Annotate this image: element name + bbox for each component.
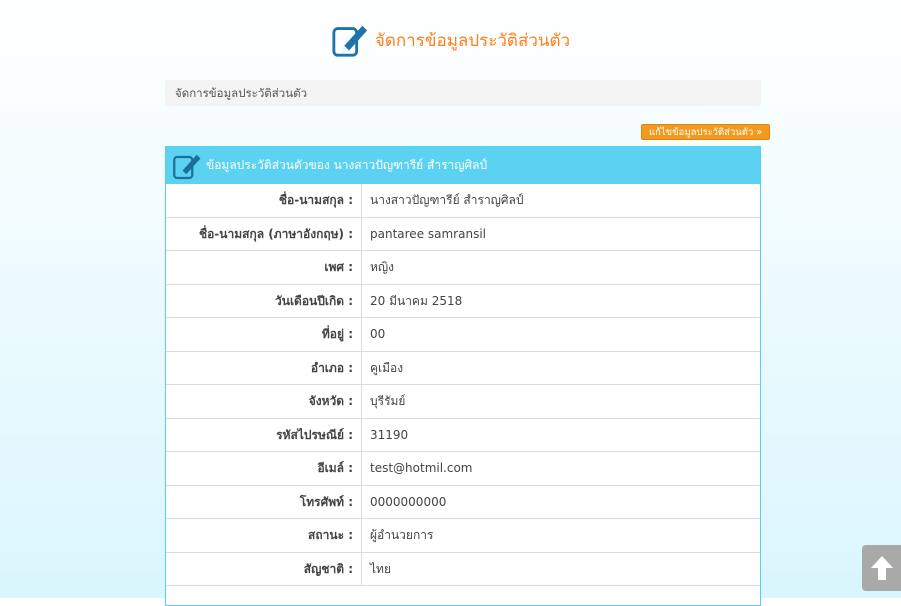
- row-label: อำเภอ :: [166, 351, 362, 384]
- row-value: 0000000000: [370, 494, 447, 509]
- row-label: เพศ :: [166, 251, 362, 284]
- edit-document-icon: [173, 154, 201, 179]
- row-label: ที่อยู่ :: [166, 318, 362, 351]
- row-value: 20 มีนาคม 2518: [370, 293, 463, 308]
- table-row: รหัสไปรษณีย์ : 31190: [166, 418, 760, 452]
- row-value: 31190: [370, 427, 409, 442]
- row-label: สถานะ :: [166, 519, 362, 552]
- arrow-up-icon: [870, 556, 893, 580]
- row-value: บุรีรัมย์: [370, 394, 406, 408]
- page-header: จัดการข้อมูลประวัติส่วนตัว: [0, 18, 901, 62]
- panel-header: ข้อมูลประวัติส่วนตัวของ นางสาวปัญฑารีย์ …: [166, 147, 760, 184]
- table-row: ชื่อ-นามสกุล (ภาษาอังกฤษ) : pantaree sam…: [166, 217, 760, 251]
- row-value: นางสาวปัญฑารีย์ สำราญศิลป์: [370, 193, 524, 207]
- panel-title: ข้อมูลประวัติส่วนตัวของ นางสาวปัญฑารีย์ …: [206, 158, 488, 172]
- row-value: ไทย: [370, 561, 391, 576]
- profile-panel: ข้อมูลประวัติส่วนตัวของ นางสาวปัญฑารีย์ …: [165, 146, 761, 606]
- row-value: test@hotmil.com: [370, 461, 473, 475]
- row-label: จังหวัด :: [166, 385, 362, 418]
- scroll-to-top-button[interactable]: [862, 545, 901, 591]
- row-value: หญิง: [370, 260, 394, 274]
- table-row: วันเดือนปีเกิด : 20 มีนาคม 2518: [166, 284, 760, 318]
- table-row: อีเมล์ : test@hotmil.com: [166, 452, 760, 486]
- row-value: 00: [370, 327, 386, 341]
- row-value: ผู้อำนวยการ: [370, 528, 434, 542]
- table-row: โทรศัพท์ : 0000000000: [166, 485, 760, 519]
- table-row: สถานะ : ผู้อำนวยการ: [166, 519, 760, 553]
- edit-document-icon: [332, 25, 367, 57]
- table-row: เพศ : หญิง: [166, 251, 760, 285]
- row-label: ชื่อ-นามสกุล :: [166, 184, 362, 217]
- edit-profile-button[interactable]: แก้ไขข้อมูลประวัติส่วนตัว »: [641, 124, 771, 140]
- row-label: วันเดือนปีเกิด :: [166, 284, 362, 317]
- table-row: จังหวัด : บุรีรัมย์: [166, 385, 760, 419]
- row-label: อีเมล์ :: [166, 452, 362, 485]
- row-label: สัญชาติ :: [166, 552, 362, 585]
- row-value: คูเมือง: [370, 360, 404, 375]
- breadcrumb: จัดการข้อมูลประวัติส่วนตัว: [165, 80, 761, 106]
- table-row: ที่อยู่ : 00: [166, 318, 760, 352]
- table-row: อำเภอ : คูเมือง: [166, 351, 760, 385]
- row-label: ชื่อ-นามสกุล (ภาษาอังกฤษ) :: [166, 217, 362, 250]
- table-row: สัญชาติ : ไทย: [166, 552, 760, 586]
- row-label: โทรศัพท์ :: [166, 485, 362, 518]
- row-label: รหัสไปรษณีย์ :: [166, 418, 362, 451]
- page-title: จัดการข้อมูลประวัติส่วนตัว: [374, 30, 571, 51]
- table-row: ชื่อ-นามสกุล : นางสาวปัญฑารีย์ สำราญศิลป…: [166, 184, 760, 218]
- row-value: pantaree samransil: [370, 226, 486, 241]
